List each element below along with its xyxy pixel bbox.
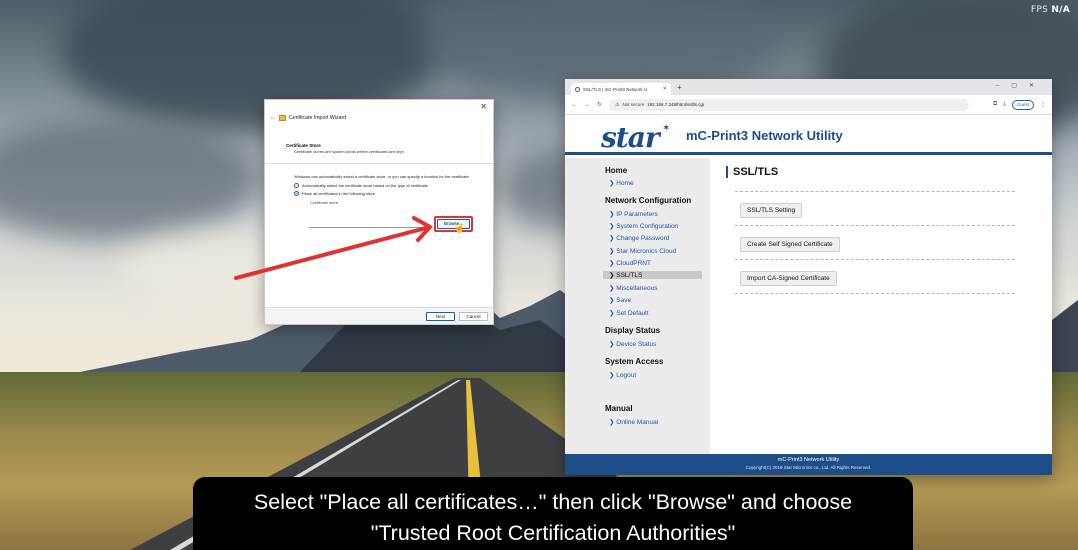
tab-title: SSL/TLS | mC-Print3 Network U [583, 86, 648, 92]
page-footer: mC-Print3 Network Utility Copyright(C) 2… [565, 454, 1052, 475]
toolbar-right: ⧉ ⤓ Guest ⋮ [993, 99, 1046, 110]
nav-group-home: Home [605, 166, 628, 175]
back-icon[interactable]: ← [571, 102, 577, 108]
not-secure-label: Not secure [622, 102, 645, 107]
url-field[interactable]: ⚠ Not secure 192.168.7.248/html/ssltls.c… [609, 98, 970, 111]
create-self-signed-certificate-button[interactable]: Create Self Signed Certificate [740, 237, 840, 252]
url-text: 192.168.7.248/html/ssltls.cgi [647, 102, 705, 107]
nav-item-logout[interactable]: ❯ Logout [609, 371, 636, 379]
footer-copyright: Copyright(C) 2018 Star Micronics co., Lt… [745, 465, 872, 470]
nav-item-miscellaneous[interactable]: ❯ Miscellaneous [609, 284, 657, 292]
nav-item-label: CloudPRNT [616, 260, 651, 267]
nav-item-label: Star Micronics Cloud [616, 248, 677, 255]
caption-line-1: Select "Place all certificates…" then cl… [253, 490, 853, 514]
ssl-tls-setting-button[interactable]: SSL/TLS Setting [740, 203, 803, 218]
footer-title: mC-Print3 Network Utility [777, 457, 840, 463]
tab-bar: SSL/TLS | mC-Print3 Network U ✕ + –▢✕ [565, 79, 1052, 95]
nav-item-ip-parameters[interactable]: ❯ IP Parameters [609, 210, 658, 218]
nav-group-network: Network Configuration [605, 196, 692, 205]
nav-item-label: IP Parameters [616, 211, 658, 218]
sidebar: Home ❯ Home Network Configuration ❯ IP P… [565, 158, 710, 454]
nav-item-system-configuration[interactable]: ❯ System Configuration [609, 222, 678, 230]
globe-icon [575, 86, 580, 92]
address-bar: ← → ↻ ⚠ Not secure 192.168.7.248/html/ss… [565, 95, 1052, 115]
nav-group-system-access: System Access [605, 357, 664, 366]
dashed-divider [735, 225, 1015, 226]
nav-item-label: Online Manual [616, 419, 659, 426]
tutorial-caption: Select "Place all certificates…" then cl… [193, 477, 913, 550]
nav-item-label: Home [616, 180, 634, 187]
nav-item-label: System Configuration [616, 223, 679, 230]
warning-icon: ⚠ [615, 101, 620, 108]
menu-icon[interactable]: ⋮ [1040, 101, 1046, 108]
dashed-divider [735, 191, 1015, 192]
caption-line-2: "Trusted Root Certification Authorities" [370, 521, 736, 545]
nav-item-label: Device Status [616, 341, 657, 348]
star-logo: star [601, 121, 660, 154]
nav-item-set-default[interactable]: ❯ Set Default [609, 309, 648, 317]
nav-item-online-manual[interactable]: ❯ Online Manual [609, 418, 658, 426]
nav-item-cloudprnt[interactable]: ❯ CloudPRNT [609, 259, 651, 267]
nav-item-change-password[interactable]: ❯ Change Password [609, 234, 669, 242]
page-header: star ✶ mC-Print3 Network Utility [565, 115, 1052, 155]
guest-profile-button[interactable]: Guest [1011, 99, 1034, 110]
nav-item-ssl-tls[interactable]: ❯ SSL/TLS [603, 271, 702, 279]
new-tab-icon[interactable]: + [677, 83, 682, 92]
browser-window: SSL/TLS | mC-Print3 Network U ✕ + –▢✕ ← … [565, 79, 1052, 475]
nav-item-label: Set Default [616, 310, 649, 317]
star-logo-icon: ✶ [662, 123, 671, 134]
nav-item-label: Miscellaneous [616, 285, 658, 292]
nav-item-label: SSL/TLS [616, 272, 643, 279]
forward-icon[interactable]: → [584, 102, 590, 108]
page-title: SSL/TLS [726, 166, 778, 178]
close-tab-icon[interactable]: ✕ [663, 86, 667, 92]
nav-group-display-status: Display Status [605, 326, 661, 335]
nav-item-label: Change Password [616, 235, 670, 242]
dashed-divider [735, 259, 1015, 260]
nav-item-device-status[interactable]: ❯ Device Status [609, 340, 656, 348]
nav-item-label: Save [616, 297, 632, 304]
dashed-divider [735, 293, 1015, 294]
browser-tab[interactable]: SSL/TLS | mC-Print3 Network U ✕ [571, 83, 671, 95]
nav-item-label: Logout [616, 372, 637, 379]
nav-item-star-micronics-cloud[interactable]: ❯ Star Micronics Cloud [609, 247, 676, 255]
download-icon[interactable]: ⤓ [1003, 101, 1006, 108]
cast-icon[interactable]: ⧉ [993, 101, 997, 108]
import-ca-signed-certificate-button[interactable]: Import CA-Signed Certificate [740, 271, 837, 286]
window-controls[interactable]: –▢✕ [996, 82, 1046, 89]
nav-group-manual: Manual [605, 404, 633, 413]
app-title: mC-Print3 Network Utility [686, 128, 843, 143]
nav-item-home[interactable]: ❯ Home [609, 179, 634, 187]
reload-icon[interactable]: ↻ [597, 101, 602, 108]
nav-item-save[interactable]: ❯ Save [609, 296, 631, 304]
main-content: SSL/TLS SSL/TLS Setting Create Self Sign… [710, 158, 1052, 454]
